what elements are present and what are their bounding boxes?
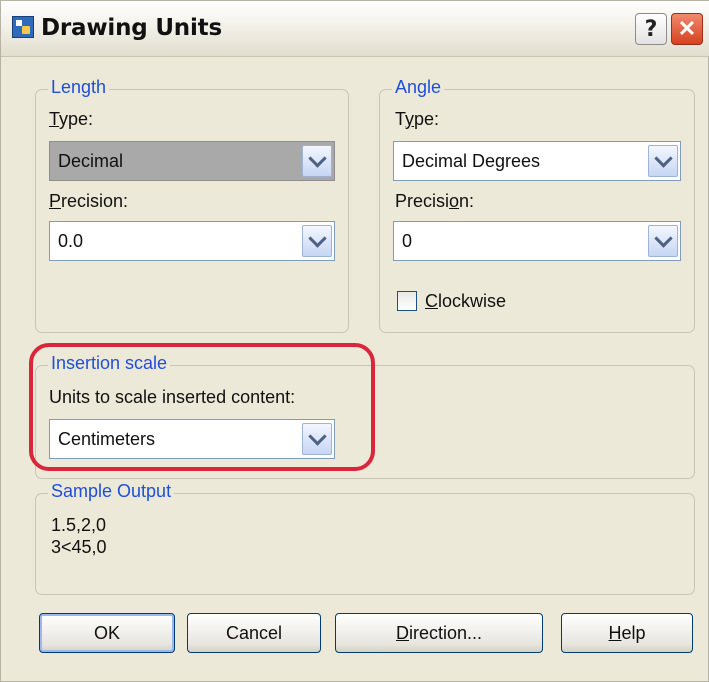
angle-precision-select[interactable]: 0 [393,221,681,261]
close-button[interactable]: ✕ [671,13,703,45]
dialog-title: Drawing Units [41,15,222,41]
length-precision-select[interactable]: 0.0 [49,221,335,261]
title-bar[interactable]: Drawing Units ? ✕ [1,1,709,57]
length-precision-value: 0.0 [58,231,84,251]
angle-precision-value: 0 [402,231,413,251]
chevron-down-icon[interactable] [648,145,678,177]
help-title-button[interactable]: ? [635,13,667,45]
length-type-value: Decimal [58,151,124,171]
ok-button[interactable]: OK [39,613,175,653]
angle-type-select[interactable]: Decimal Degrees [393,141,681,181]
angle-precision-label: Precision: [395,191,475,211]
sample-output-group: Sample Output [35,481,695,595]
length-type-select[interactable]: Decimal [49,141,335,181]
sample-output-line-1: 1.5,2,0 [51,515,107,535]
help-button[interactable]: Help [561,613,693,653]
sample-output-line-2: 3<45,0 [51,537,107,557]
clockwise-label[interactable]: Clockwise [425,291,506,312]
angle-legend: Angle [392,77,445,98]
drawing-units-dialog: Drawing Units ? ✕ Length Type: Decimal P… [0,0,709,682]
chevron-down-icon[interactable] [302,225,332,257]
length-precision-label: Precision: [49,191,129,211]
length-legend: Length [48,77,110,98]
cancel-button[interactable]: Cancel [187,613,321,653]
length-type-label: Type: [49,109,94,129]
clockwise-checkbox[interactable] [397,291,417,311]
chevron-down-icon[interactable] [648,225,678,257]
direction-button[interactable]: Direction... [335,613,543,653]
highlight-annotation [29,343,375,471]
angle-type-value: Decimal Degrees [402,151,541,171]
angle-type-label: Type: [395,109,440,129]
sample-output-legend: Sample Output [48,481,175,502]
chevron-down-icon[interactable] [302,145,332,177]
drawing-units-icon [12,16,34,38]
